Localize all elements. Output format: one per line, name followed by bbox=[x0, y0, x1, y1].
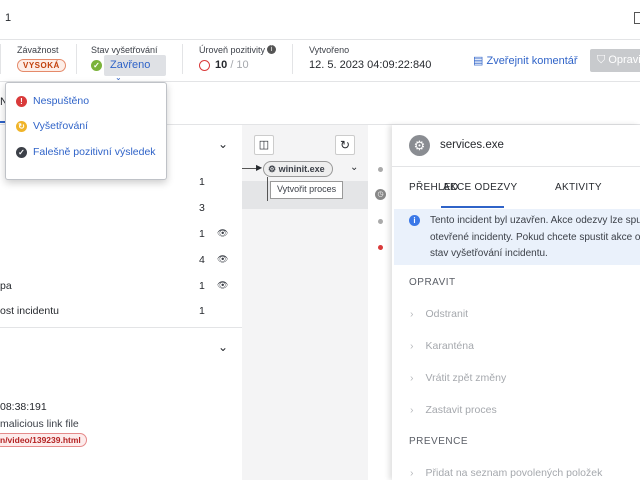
detail-time: 08:38:191 bbox=[0, 401, 47, 413]
gear-icon: ⚙ bbox=[268, 164, 277, 174]
action-allowlist[interactable]: › Přidat na seznam povolených položek bbox=[410, 467, 602, 479]
in-progress-icon: ↻ bbox=[16, 120, 27, 132]
process-gear-icon: ⚙ bbox=[409, 135, 430, 156]
row-label: pa bbox=[0, 280, 12, 292]
timeline-dot[interactable] bbox=[378, 219, 383, 224]
severity-badge: VYSOKÁ bbox=[17, 59, 66, 72]
section-prevention: PREVENCE bbox=[409, 436, 469, 447]
section-chevron-icon[interactable]: ⌄ bbox=[218, 340, 228, 354]
chevron-right-icon: › bbox=[410, 467, 414, 479]
action-quarantine[interactable]: › Karanténa bbox=[410, 340, 474, 352]
panel-toggle-button[interactable]: ◫ bbox=[254, 135, 274, 155]
node-label: wininit.exe bbox=[278, 164, 325, 174]
arrow-icon: ▶ bbox=[256, 163, 263, 172]
incident-title: 1 bbox=[5, 12, 12, 24]
eye-icon[interactable]: 👁 bbox=[217, 280, 228, 291]
shield-icon: ⛉ bbox=[597, 54, 606, 66]
closed-check-icon: ✓ bbox=[91, 60, 102, 71]
created-label: Vytvořeno bbox=[309, 45, 350, 55]
severity-label: Závažnost bbox=[17, 45, 59, 55]
row-count: 1 bbox=[199, 280, 205, 292]
created-value: 12. 5. 2023 04:09:22:840 bbox=[309, 59, 432, 71]
row-count: 3 bbox=[199, 202, 205, 214]
alert-icon: ! bbox=[16, 95, 27, 107]
detail-desc: malicious link file bbox=[0, 418, 79, 430]
comment-button[interactable]: ▤ Zveřejnit komentář bbox=[473, 54, 578, 67]
edge-label: Vytvořit proces bbox=[270, 181, 344, 199]
info-text-line: otevřené incidenty. Pokud chcete spustit… bbox=[430, 231, 640, 243]
list-item[interactable]: pa 1 👁 bbox=[0, 280, 242, 300]
positivity-value: 10 bbox=[215, 59, 228, 71]
status-label: Stav vyšetřování bbox=[91, 45, 158, 55]
positivity-label: Úroveň pozitivity bbox=[199, 45, 266, 55]
row-count: 1 bbox=[199, 228, 205, 240]
info-icon: i bbox=[409, 215, 420, 226]
chevron-right-icon: › bbox=[410, 404, 414, 416]
info-text-line: stav vyšetřování incidentu. bbox=[430, 248, 548, 259]
list-item[interactable]: ost incidentu 1 bbox=[0, 305, 242, 325]
status-dropdown-menu: ! Nespuštěno ↻ Vyšetřování ✓ Falešně poziti… bbox=[5, 82, 167, 180]
row-count: 1 bbox=[199, 176, 205, 188]
check-icon: ✓ bbox=[16, 146, 27, 158]
status-dropdown[interactable]: Zavřeno ⌄ bbox=[104, 55, 166, 82]
option-not-started[interactable]: ! Nespuštěno bbox=[16, 95, 89, 107]
action-rollback[interactable]: › Vrátit zpět změny bbox=[410, 372, 506, 384]
process-name: services.exe bbox=[440, 139, 504, 151]
fix-label: Opravi bbox=[608, 54, 640, 66]
info-icon[interactable]: i bbox=[267, 45, 276, 54]
action-remove[interactable]: › Odstranit bbox=[410, 308, 468, 320]
node-chevron-icon[interactable]: ⌄ bbox=[350, 162, 358, 173]
info-text-line: Tento incident byl uzavřen. Akce odezvy … bbox=[430, 215, 640, 226]
chevron-right-icon: › bbox=[410, 308, 414, 320]
tab-activities[interactable]: AKTIVITY bbox=[555, 182, 602, 193]
section-chevron-icon[interactable]: ⌄ bbox=[218, 137, 228, 151]
row-count: 1 bbox=[199, 305, 205, 317]
option-false-positive[interactable]: ✓ Falešně pozitivní výsledek bbox=[16, 146, 156, 158]
row-label: ost incidentu bbox=[0, 305, 59, 317]
row-count: 4 bbox=[199, 254, 205, 266]
section-fix: OPRAVIT bbox=[409, 277, 456, 288]
positivity-ring-icon bbox=[199, 60, 210, 71]
tab-response-actions[interactable]: AKCE ODEZVY bbox=[443, 182, 517, 193]
eye-icon[interactable]: 👁 bbox=[217, 228, 228, 239]
eye-icon[interactable]: 👁 bbox=[217, 254, 228, 265]
fix-button[interactable]: ⛉ Opravi bbox=[590, 49, 640, 72]
status-value: Zavřeno bbox=[110, 59, 151, 71]
refresh-button[interactable]: ↻ bbox=[335, 135, 355, 155]
process-node[interactable]: ⚙ wininit.exe bbox=[263, 161, 333, 177]
list-item[interactable]: 1 👁 bbox=[0, 228, 242, 248]
timeline-dot[interactable] bbox=[378, 167, 383, 172]
timeline-dot-alert[interactable] bbox=[378, 245, 383, 250]
positivity-max: / 10 bbox=[230, 59, 249, 71]
chevron-right-icon: › bbox=[410, 372, 414, 384]
chevron-right-icon: › bbox=[410, 340, 414, 352]
list-item[interactable]: 4 👁 bbox=[0, 254, 242, 274]
detail-url-badge[interactable]: n/video/139239.html bbox=[0, 433, 87, 447]
clock-icon[interactable]: ◷ bbox=[375, 189, 386, 200]
comment-icon: ▤ bbox=[473, 55, 484, 67]
list-item[interactable]: 3 bbox=[0, 202, 242, 222]
layout-toggle-icon[interactable] bbox=[634, 12, 640, 24]
comment-label: Zveřejnit komentář bbox=[486, 55, 578, 67]
action-stop-process[interactable]: › Zastavit proces bbox=[410, 404, 497, 416]
option-investigating[interactable]: ↻ Vyšetřování bbox=[16, 120, 88, 132]
